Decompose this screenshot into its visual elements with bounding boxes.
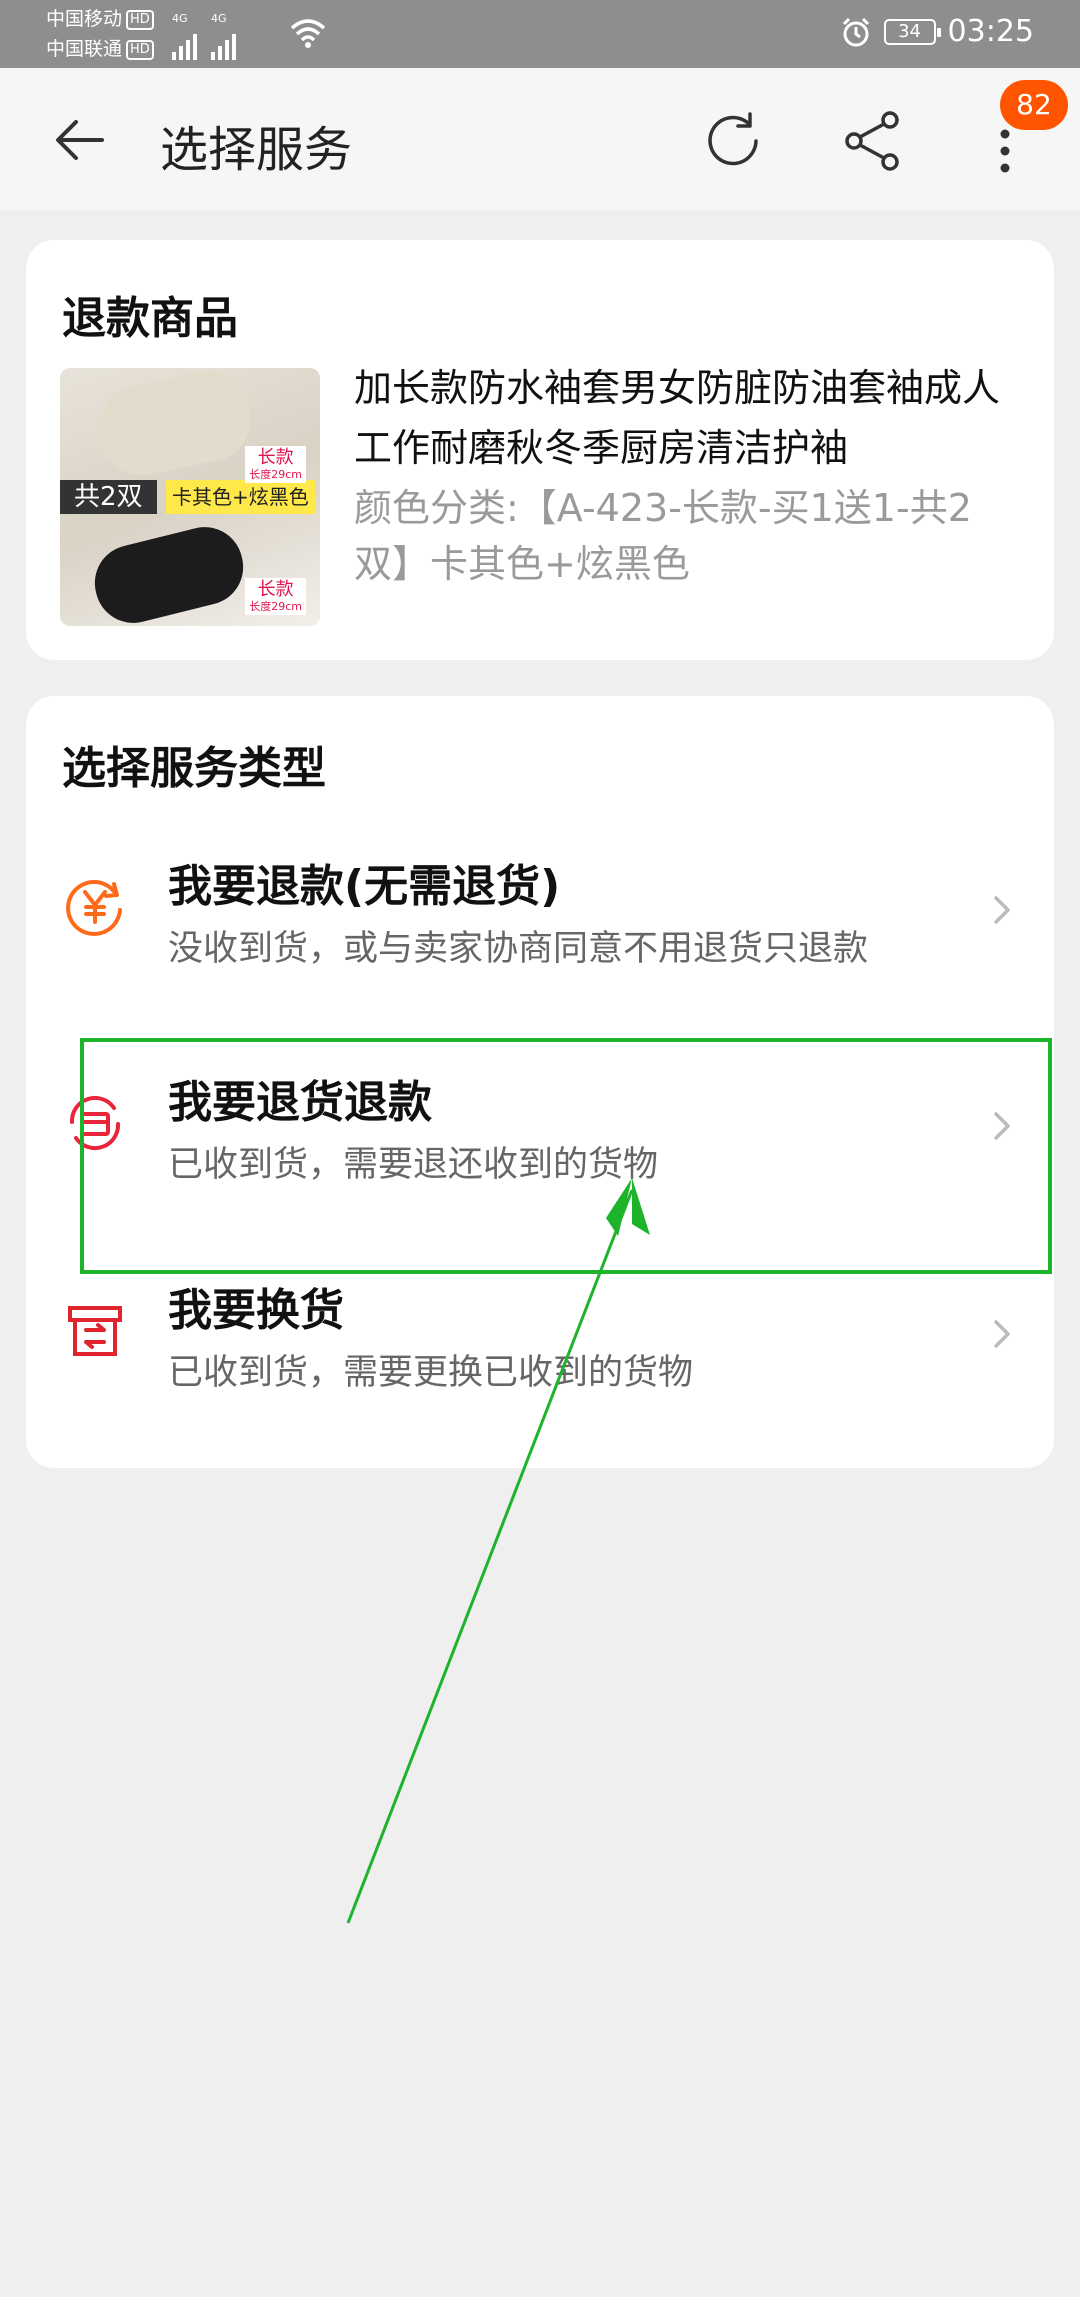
hd-badge: HD — [126, 39, 154, 60]
option-title: 我要退款(无需退货) — [168, 861, 561, 912]
notification-badge: 82 — [1000, 80, 1068, 130]
wifi-icon — [290, 19, 326, 48]
share-icon[interactable] — [842, 110, 904, 172]
section-title: 选择服务类型 — [62, 743, 326, 794]
option-description: 没收到货，或与卖家协商同意不用退货只退款 — [168, 929, 869, 969]
status-bar: 中国移动 HD 中国联通 HD 4G 4G 34 03:25 — [0, 0, 1080, 68]
yuan-refund-icon — [66, 879, 122, 936]
product-thumbnail[interactable]: 共2双 卡其色+炫黑色 长款 长度29cm 长款 长度29cm — [60, 368, 320, 626]
chevron-right-icon — [994, 896, 1010, 924]
page-title: 选择服务 — [160, 122, 353, 178]
back-arrow-icon[interactable] — [52, 112, 108, 168]
section-title: 退款商品 — [62, 293, 238, 344]
carrier-2: 中国联通 HD — [46, 38, 154, 60]
status-right: 34 03:25 — [840, 14, 1034, 49]
annotation-highlight-box — [80, 1038, 1052, 1274]
hd-badge: HD — [126, 9, 154, 30]
chevron-right-icon — [994, 1320, 1010, 1348]
clock: 03:25 — [947, 14, 1034, 49]
khaki-sleeve-image — [92, 368, 258, 483]
length-tag: 长款 长度29cm — [245, 578, 306, 615]
signal-strength-icon: 4G — [172, 12, 197, 60]
length-tag: 长款 长度29cm — [245, 446, 306, 483]
color-label: 卡其色+炫黑色 — [166, 480, 315, 514]
pair-label: 共2双 — [60, 480, 157, 514]
option-description: 已收到货，需要更换已收到的货物 — [168, 1353, 694, 1393]
signal-indicators: 4G 4G — [172, 12, 236, 60]
more-options-icon[interactable] — [990, 126, 1020, 176]
battery-icon: 34 — [883, 18, 941, 45]
refund-product-card: 退款商品 共2双 卡其色+炫黑色 长款 长度29cm 长款 长度29cm 加长款… — [26, 240, 1054, 660]
product-name: 加长款防水袖套男女防脏防油套袖成人工作耐磨秋冬季厨房清洁护袖 — [354, 366, 1001, 470]
option-title: 我要换货 — [168, 1285, 344, 1336]
option-refund-only[interactable]: 我要退款(无需退货) 没收到货，或与卖家协商同意不用退货只退款 — [26, 818, 1054, 1008]
exchange-box-icon — [68, 1306, 122, 1356]
product-sku: 颜色分类:【A-423-长款-买1送1-共2双】卡其色+炫黑色 — [354, 486, 972, 586]
black-sleeve-image — [86, 519, 252, 626]
refresh-icon[interactable] — [702, 110, 764, 172]
alarm-icon — [842, 17, 869, 46]
top-navigation-bar: 选择服务 82 — [0, 68, 1080, 210]
signal-strength-icon: 4G — [211, 12, 236, 60]
carrier-1: 中国移动 HD — [46, 8, 154, 30]
